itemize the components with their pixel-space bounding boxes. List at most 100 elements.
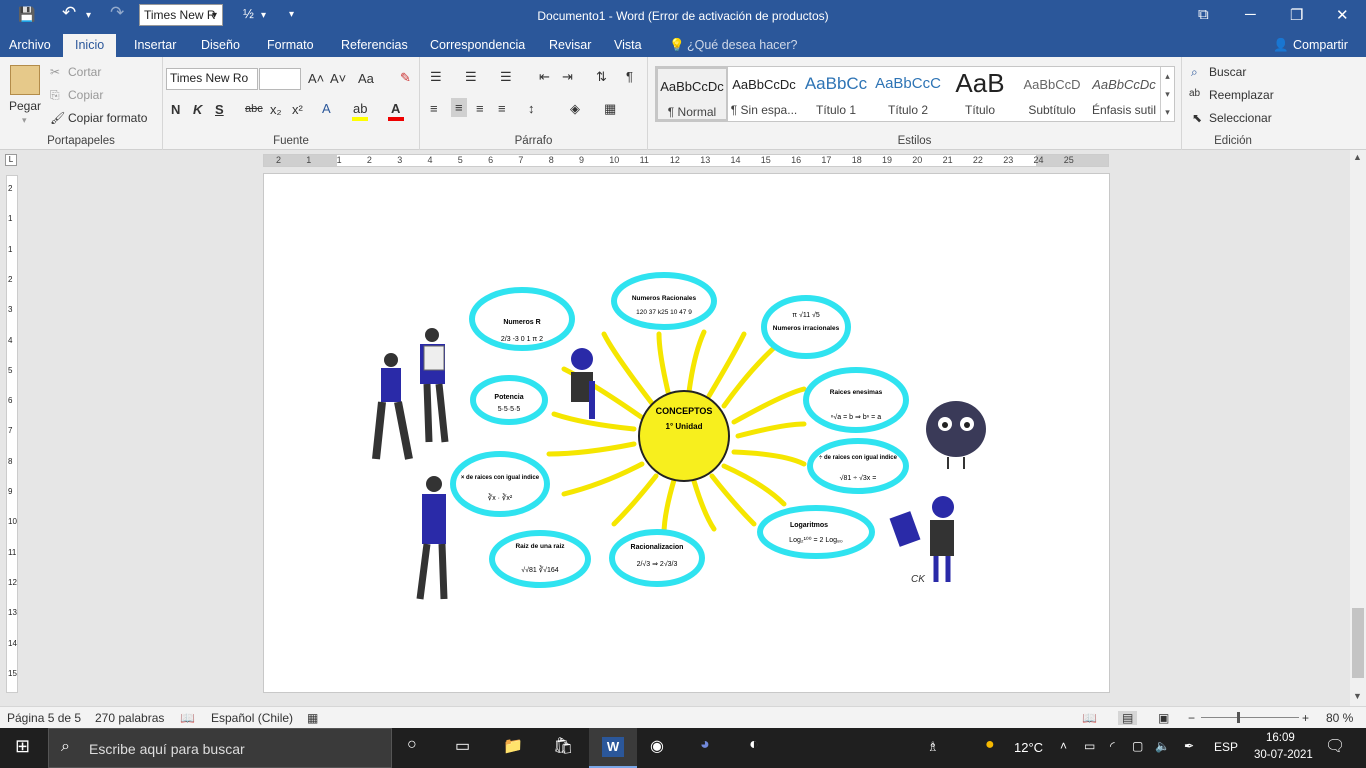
zoom-slider-thumb[interactable] [1237, 712, 1240, 723]
scroll-thumb[interactable] [1352, 608, 1364, 678]
zoom-out-button[interactable]: − [1188, 711, 1195, 725]
paste-dropdown-icon[interactable]: ▾ [22, 115, 27, 126]
decrease-indent-icon[interactable]: ⇤ [539, 69, 550, 85]
search-icon[interactable]: ⌕ [1191, 65, 1198, 80]
macro-icon[interactable]: ▦ [307, 711, 318, 725]
close-button[interactable]: ✕ [1336, 6, 1349, 24]
wifi-icon[interactable]: ◜ [1110, 739, 1115, 753]
tab-diseno[interactable]: Diseño [201, 38, 240, 52]
page-count[interactable]: Página 5 de 5 [7, 711, 81, 725]
styles-scroll[interactable]: ▴ ▾ ▾ [1160, 67, 1174, 121]
tab-archivo[interactable]: Archivo [9, 38, 51, 52]
paste-button[interactable]: Pegar [9, 99, 41, 113]
align-left-icon[interactable]: ≡ [430, 101, 438, 116]
scroll-up-icon[interactable]: ▲ [1353, 152, 1362, 162]
word-count[interactable]: 270 palabras [95, 711, 164, 725]
cortana-icon[interactable]: ○ [407, 736, 417, 754]
people-icon[interactable]: ♗ [927, 739, 939, 755]
chevron-up-icon[interactable]: ˄ [1060, 739, 1067, 753]
proofing-icon[interactable]: 📖 [180, 711, 195, 725]
taskbar-search[interactable]: ⌕ Escribe aquí para buscar [48, 728, 392, 768]
select-icon[interactable]: ⬉ [1192, 111, 1202, 125]
zoom-in-button[interactable]: + [1302, 711, 1309, 725]
format-painter-button[interactable]: Copiar formato [68, 111, 147, 125]
store-icon[interactable]: 🛍 [553, 736, 573, 756]
tab-revisar[interactable]: Revisar [549, 38, 591, 52]
grow-font-button[interactable]: A˄ [308, 71, 324, 86]
share-icon[interactable]: 👤 [1273, 38, 1289, 53]
format-painter-icon[interactable]: 🖌 [50, 111, 65, 125]
highlight-icon[interactable]: ab [353, 101, 367, 116]
clock-date[interactable]: 30-07-2021 [1254, 749, 1313, 761]
clock-time[interactable]: 16:09 [1266, 732, 1295, 744]
vertical-scrollbar[interactable]: ▲ ▼ [1350, 150, 1366, 706]
italic-button[interactable]: K [193, 102, 202, 117]
cut-button[interactable]: Cortar [68, 65, 101, 79]
multilevel-list-icon[interactable]: ☰ [500, 69, 512, 85]
find-button[interactable]: Buscar [1209, 65, 1246, 79]
style-subtitle[interactable]: AaBbCcD Subtítulo [1016, 67, 1088, 121]
numbering-icon[interactable]: ☰ [465, 69, 477, 85]
sort-icon[interactable]: ⇅ [596, 69, 607, 85]
restore-button[interactable]: ❐ [1290, 6, 1303, 24]
minimize-button[interactable]: ─ [1245, 6, 1256, 23]
font-size-box[interactable] [259, 68, 301, 90]
borders-icon[interactable]: ▦ [604, 101, 616, 117]
zoom-level[interactable]: 80 % [1326, 711, 1353, 725]
tab-vista[interactable]: Vista [614, 38, 642, 52]
style-heading-1[interactable]: AaBbCc Título 1 [800, 67, 872, 121]
mind-map-image[interactable]: CONCEPTOS 1° Unidad Numeros R 2/3 -3 0 1… [264, 174, 1111, 694]
battery-icon[interactable]: ▭ [1084, 739, 1095, 753]
copy-button[interactable]: Copiar [68, 88, 103, 102]
shrink-font-button[interactable]: A˅ [330, 71, 346, 86]
increase-indent-icon[interactable]: ⇥ [562, 69, 573, 85]
font-color-icon[interactable]: A [391, 101, 400, 116]
scroll-down-icon[interactable]: ▼ [1353, 691, 1362, 701]
replace-icon[interactable]: ab [1189, 88, 1200, 99]
tab-referencias[interactable]: Referencias [341, 38, 408, 52]
tell-me-input[interactable]: ¿Qué desea hacer? [687, 38, 798, 52]
pilcrow-button[interactable]: ¶ [626, 69, 633, 84]
read-mode-icon[interactable]: 📖 [1082, 711, 1097, 725]
print-layout-icon[interactable]: ▤ [1118, 711, 1138, 725]
replace-button[interactable]: Reemplazar [1209, 88, 1274, 102]
share-button[interactable]: Compartir [1293, 38, 1348, 52]
paint-icon[interactable]: ◐ [749, 736, 759, 754]
style-no-spacing[interactable]: AaBbCcDc ¶ Sin espa... [728, 67, 800, 121]
line-spacing-icon[interactable]: ↕ [528, 101, 535, 116]
ribbon-display-icon[interactable]: ⧉ [1198, 6, 1209, 23]
align-right-icon[interactable]: ≡ [476, 101, 484, 116]
underline-button[interactable]: S [215, 102, 224, 117]
shading-icon[interactable]: ◈ [570, 101, 580, 117]
font-name-box[interactable]: Times New Ro [166, 68, 258, 90]
volume-icon[interactable]: 🔈 [1155, 739, 1170, 753]
justify-icon[interactable]: ≡ [498, 101, 506, 116]
discord-icon[interactable]: ◕ [700, 736, 710, 754]
input-language[interactable]: ESP [1214, 740, 1238, 754]
word-taskbar-button[interactable]: W [589, 728, 637, 768]
notification-icon[interactable]: 🗨 [1325, 736, 1345, 756]
clear-format-icon[interactable]: ✎ [400, 70, 411, 86]
tab-inicio[interactable]: Inicio [63, 34, 117, 57]
style-title[interactable]: AaB Título [944, 67, 1016, 121]
zoom-slider[interactable] [1201, 717, 1299, 718]
text-effects-icon[interactable]: A [322, 101, 331, 116]
language-indicator[interactable]: Español (Chile) [211, 711, 293, 725]
subscript-button[interactable]: x₂ [270, 102, 282, 117]
bold-button[interactable]: N [171, 102, 180, 117]
document-page[interactable]: CONCEPTOS 1° Unidad Numeros R 2/3 -3 0 1… [263, 173, 1110, 693]
strikethrough-button[interactable]: abc [245, 103, 263, 115]
tab-selector[interactable]: L [5, 154, 17, 166]
file-explorer-icon[interactable]: 📁 [503, 736, 523, 756]
chrome-icon[interactable]: ◉ [650, 736, 664, 756]
tab-correspondencia[interactable]: Correspondencia [430, 38, 525, 52]
web-layout-icon[interactable]: ▣ [1158, 711, 1169, 725]
style-heading-2[interactable]: AaBbCcC Título 2 [872, 67, 944, 121]
superscript-button[interactable]: x² [292, 102, 303, 117]
style-normal[interactable]: AaBbCcDc ¶ Normal [656, 67, 728, 121]
cut-icon[interactable]: ✂ [50, 65, 60, 79]
copy-icon[interactable]: ⎘ [50, 88, 60, 103]
pen-icon[interactable]: ✒ [1184, 739, 1194, 753]
task-view-icon[interactable]: ▭ [455, 736, 470, 756]
paste-icon[interactable] [10, 65, 40, 95]
